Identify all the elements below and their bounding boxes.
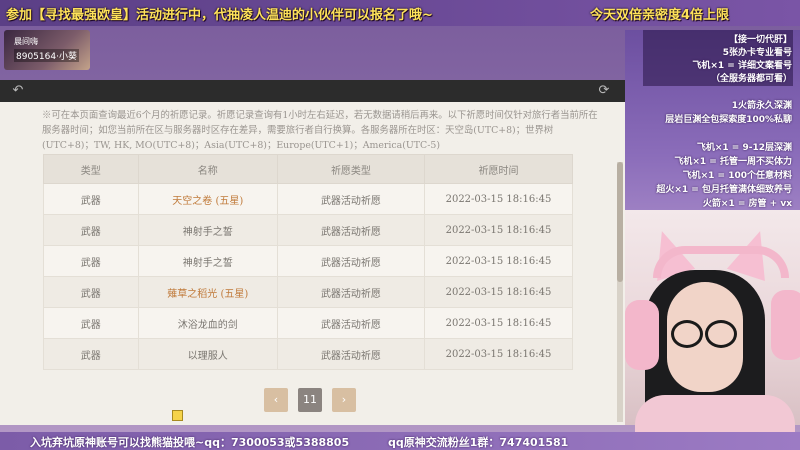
scrollbar[interactable] — [617, 162, 623, 422]
banner-event-text: 参加【寻找最强欧皇】活动进行中，代抽凌人温迪的小伙伴可以报名了哦~ — [6, 8, 433, 23]
cell-time: 2022-03-15 18:16:45 — [423, 214, 574, 246]
panel-line: 【接一切代肝】 — [728, 35, 792, 45]
cell-prayer-type: 武器活动祈愿 — [276, 307, 425, 339]
panel-line: 飞机×1 = 托管一周不买体力 — [674, 157, 792, 167]
panel-line: 5张办卡专业看号 — [722, 48, 792, 58]
panel-line: 飞机×1 = 100个任意材料 — [682, 171, 792, 181]
cell-time: 2022-03-15 18:16:45 — [423, 183, 574, 215]
cell-time: 2022-03-15 18:16:45 — [423, 245, 574, 277]
table-header-row: 类型 名称 祈愿类型 祈愿时间 — [43, 154, 574, 184]
streamer-id: 8905164·小葵 — [14, 49, 79, 62]
cell-prayer-type: 武器活动祈愿 — [276, 214, 425, 246]
cell-time: 2022-03-15 18:16:45 — [423, 338, 574, 370]
cell-name: 沐浴龙血的剑 — [137, 307, 278, 339]
table-row: 武器 薙草之稻光 (五星) 武器活动祈愿 2022-03-15 18:16:45 — [43, 276, 574, 308]
cell-type: 武器 — [43, 276, 139, 308]
cell-name: 神射手之誓 — [137, 245, 278, 277]
cell-name-five-star: 天空之卷 (五星) — [137, 183, 278, 215]
headphone-left — [625, 300, 659, 370]
next-page-button[interactable]: › — [332, 388, 356, 412]
table-row: 武器 神射手之誓 武器活动祈愿 2022-03-15 18:16:45 — [43, 214, 574, 246]
mouse-cursor-icon — [172, 410, 183, 421]
bottom-ticker: 入坑弃坑原神账号可以找熊猫投喂~qq：7300053或5388805 qq原神交… — [0, 432, 800, 450]
cell-name-five-star: 薙草之稻光 (五星) — [137, 276, 278, 308]
cell-type: 武器 — [43, 214, 139, 246]
wish-history-window: ↶ ⟳ ※可在本页面查询最近6个月的祈愿记录。祈愿记录查询有1小时左右延迟，若无… — [0, 80, 625, 425]
panel-line: 1火箭永久深渊 — [731, 101, 792, 111]
streamer-card-title: 晨间嗨 — [14, 37, 38, 46]
glasses-left — [671, 320, 703, 348]
service-info-panel: 【接一切代肝】 5张办卡专业看号 飞机×1 = 详细文案看号 （全服务器都可看）… — [625, 30, 800, 240]
ticker-qq-group-text: qq原神交流粉丝1群：747401581 — [388, 436, 569, 449]
table-row: 武器 沐浴龙血的剑 武器活动祈愿 2022-03-15 18:16:45 — [43, 307, 574, 339]
wish-records-table: 类型 名称 祈愿类型 祈愿时间 武器 天空之卷 (五星) 武器活动祈愿 2022… — [43, 154, 574, 370]
cell-type: 武器 — [43, 307, 139, 339]
panel-line: 飞机×1 = 9-12层深渊 — [696, 143, 792, 153]
panel-line: 层岩巨渊全包探索度100%私聊 — [665, 115, 792, 125]
cell-time: 2022-03-15 18:16:45 — [423, 307, 574, 339]
cell-type: 武器 — [43, 245, 139, 277]
current-page-indicator: 11 — [298, 388, 322, 412]
timezone-notice: ※可在本页面查询最近6个月的祈愿记录。祈愿记录查询有1小时左右延迟，若无数据请稍… — [42, 110, 598, 151]
cell-prayer-type: 武器活动祈愿 — [276, 183, 425, 215]
cell-time: 2022-03-15 18:16:45 — [423, 276, 574, 308]
scroll-thumb[interactable] — [617, 162, 623, 282]
cell-prayer-type: 武器活动祈愿 — [276, 245, 425, 277]
top-banner: 参加【寻找最强欧皇】活动进行中，代抽凌人温迪的小伙伴可以报名了哦~ 今天双倍亲密… — [0, 0, 800, 26]
table-row: 武器 以理服人 武器活动祈愿 2022-03-15 18:16:45 — [43, 338, 574, 370]
headphone-right — [771, 290, 800, 360]
stream-overlay: 参加【寻找最强欧皇】活动进行中，代抽凌人温迪的小伙伴可以报名了哦~ 今天双倍亲密… — [0, 0, 800, 450]
header-prayer-type: 祈愿类型 — [276, 154, 425, 184]
streamer-sweater — [635, 395, 795, 435]
panel-line: 超火×1 = 包月托管满体细致养号 — [656, 185, 792, 195]
back-arrow-icon[interactable]: ↶ — [10, 83, 26, 99]
cell-name: 以理服人 — [137, 338, 278, 370]
glasses-right — [705, 320, 737, 348]
refresh-icon[interactable]: ⟳ — [596, 83, 612, 99]
cell-type: 武器 — [43, 338, 139, 370]
cell-prayer-type: 武器活动祈愿 — [276, 276, 425, 308]
ticker-account-text: 入坑弃坑原神账号可以找熊猫投喂~qq：7300053或5388805 — [30, 436, 350, 449]
panel-line: 飞机×1 = 详细文案看号 — [692, 61, 792, 71]
prev-page-button[interactable]: ‹ — [264, 388, 288, 412]
header-type: 类型 — [43, 154, 139, 184]
table-row: 武器 神射手之誓 武器活动祈愿 2022-03-15 18:16:45 — [43, 245, 574, 277]
streamer-card: 晨间嗨 8905164·小葵 — [4, 30, 90, 70]
panel-line: （全服务器都可看） — [710, 74, 792, 84]
panel-line: 火箭×1 = 房管 + vx — [702, 199, 792, 209]
webcam-feed — [625, 210, 800, 435]
browser-toolbar: ↶ ⟳ — [0, 80, 625, 102]
cell-name: 神射手之誓 — [137, 214, 278, 246]
header-prayer-time: 祈愿时间 — [423, 154, 574, 184]
wish-history-content: ※可在本页面查询最近6个月的祈愿记录。祈愿记录查询有1小时左右延迟，若无数据请稍… — [0, 102, 625, 425]
cell-prayer-type: 武器活动祈愿 — [276, 338, 425, 370]
cell-type: 武器 — [43, 183, 139, 215]
table-row: 武器 天空之卷 (五星) 武器活动祈愿 2022-03-15 18:16:45 — [43, 183, 574, 215]
header-name: 名称 — [137, 154, 278, 184]
banner-bonus-text: 今天双倍亲密度4倍上限 — [590, 8, 730, 23]
